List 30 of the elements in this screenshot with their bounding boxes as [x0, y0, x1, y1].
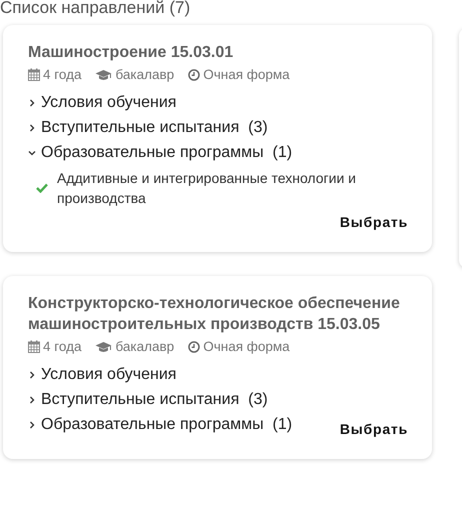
select-button[interactable]: Выбрать	[340, 415, 408, 437]
chevron-icon	[28, 124, 36, 132]
study-form-text: Очная форма	[203, 67, 290, 82]
chevron-icon	[28, 370, 36, 378]
section-header[interactable]: Образовательные программы (1)	[28, 412, 292, 437]
clock-icon	[188, 68, 200, 80]
clock-icon	[188, 340, 200, 352]
select-button[interactable]: Выбрать	[340, 208, 408, 230]
section-header[interactable]: Образовательные программы (1)	[28, 140, 387, 165]
chevron-icon	[28, 148, 36, 156]
degree-text: бакалавр	[115, 67, 174, 82]
duration-text: 4 года	[43, 339, 82, 354]
chevron-icon	[28, 98, 36, 106]
section-header[interactable]: Вступительные испытания (3)	[28, 387, 292, 412]
chevron-icon	[28, 396, 36, 404]
graduation-cap-icon	[95, 340, 112, 352]
graduation-cap-icon	[95, 68, 112, 80]
study-form-text: Очная форма	[203, 339, 290, 354]
direction-title: Машиностроение 15.03.01	[28, 43, 234, 63]
section-header[interactable]: Условия обучения	[28, 362, 292, 387]
section-header[interactable]: Условия обучения	[28, 90, 387, 115]
section-header[interactable]: Вступительные испытания (3)	[28, 115, 387, 140]
calendar-icon	[28, 340, 40, 353]
direction-title: Конструкторско-технологическое обеспечение машиностроительных производств 15.03.05	[28, 294, 401, 335]
degree-text: бакалавр	[115, 339, 174, 354]
list-heading: Список направлений (7)	[0, 0, 192, 18]
calendar-icon	[28, 68, 40, 81]
program-name: Аддитивные и интегрированные технологии и производства	[57, 169, 358, 208]
chevron-icon	[28, 420, 36, 428]
duration-text: 4 года	[43, 67, 82, 82]
